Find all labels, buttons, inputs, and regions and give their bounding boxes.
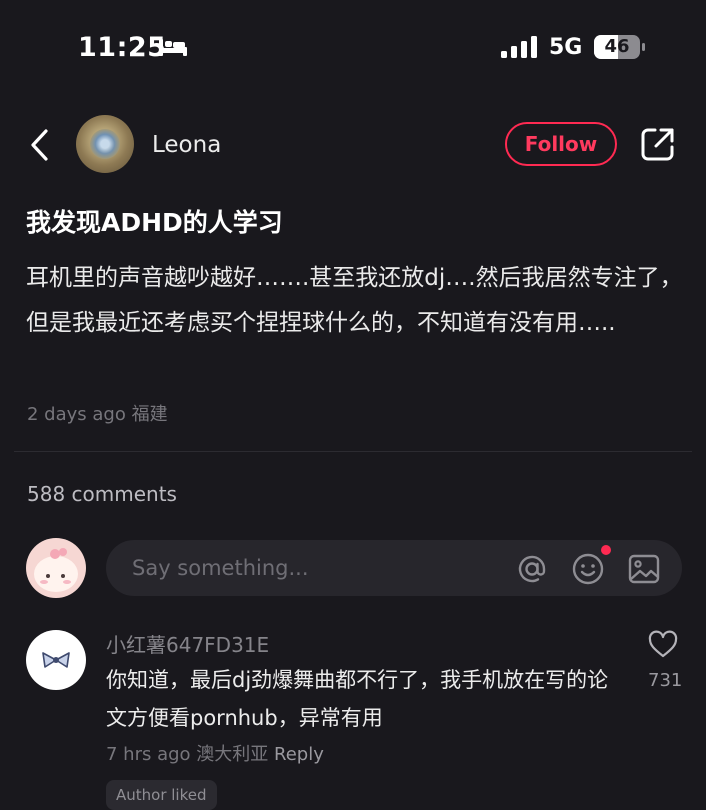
- signal-icon: [501, 36, 537, 58]
- post-time: 2 days ago: [27, 404, 126, 425]
- post-location: 福建: [131, 404, 168, 425]
- comment-time: 7 hrs ago: [106, 744, 191, 765]
- at-icon[interactable]: [515, 552, 549, 586]
- post-title: 我发现ADHD的人学习: [26, 208, 283, 237]
- post-body: 耳机里的声音越吵越好…….甚至我还放dj….然后我居然专注了，但是我最近还考虑买…: [26, 265, 683, 336]
- bow-icon: [42, 652, 70, 668]
- comment-meta: 7 hrs ago 澳大利亚 Reply: [106, 740, 324, 770]
- author-liked-badge: Author liked: [106, 780, 217, 810]
- status-time: 11:25: [78, 32, 167, 63]
- back-icon[interactable]: [26, 125, 56, 165]
- comment-avatar[interactable]: [26, 630, 86, 690]
- comments-count: 588 comments: [27, 482, 177, 506]
- comment-text: 你知道，最后dj劲爆舞曲都不行了，我手机放在写的论文方便看pornhub，异常有…: [106, 668, 609, 730]
- author-name[interactable]: Leona: [152, 128, 221, 162]
- emoji-icon[interactable]: [571, 552, 605, 586]
- divider: [14, 451, 692, 452]
- image-icon[interactable]: [627, 552, 661, 586]
- comment-location: 澳大利亚: [196, 744, 269, 765]
- author-avatar[interactable]: [76, 115, 134, 173]
- comment-input-placeholder[interactable]: Say something...: [132, 552, 309, 584]
- heart-icon[interactable]: [648, 630, 678, 660]
- follow-button[interactable]: Follow: [505, 122, 617, 166]
- notification-dot: [601, 545, 611, 555]
- comment-author[interactable]: 小红薯647FD31E: [106, 630, 269, 660]
- post-meta: 2 days ago 福建: [27, 400, 168, 430]
- share-icon[interactable]: [640, 126, 676, 162]
- network-type: 5G: [549, 35, 583, 60]
- battery-level: 46: [604, 36, 630, 57]
- bed-icon: [159, 39, 187, 56]
- battery-icon: 46: [594, 35, 646, 59]
- my-avatar: [26, 538, 86, 598]
- like-count: 731: [648, 670, 683, 691]
- reply-button[interactable]: Reply: [274, 744, 324, 765]
